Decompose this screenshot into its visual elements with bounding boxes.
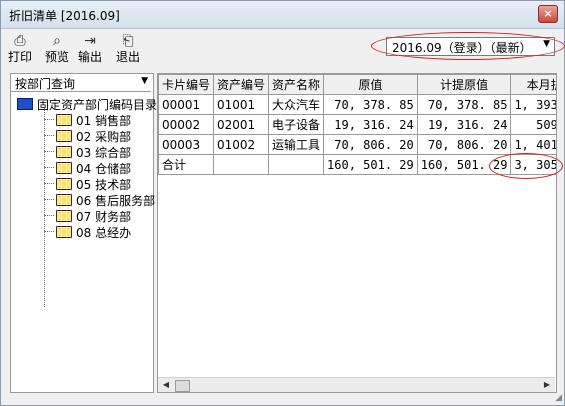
preview-button[interactable]: ⌕ 预览 bbox=[42, 32, 72, 70]
print-label: 打印 bbox=[7, 50, 32, 64]
tree-item-warehouse[interactable]: 04 仓储部 bbox=[56, 160, 131, 177]
table-row[interactable]: 00003 01002 运输工具 70, 806. 20 70, 806. 20… bbox=[158, 134, 556, 155]
cell-monthly-depreciation[interactable]: 1, 401. 96 bbox=[510, 134, 556, 155]
tree-item-label: 03 综合部 bbox=[76, 146, 132, 160]
column-header-card-no[interactable]: 卡片编号 bbox=[158, 74, 215, 95]
column-header-monthly-depreciation[interactable]: 本月折旧 bbox=[510, 74, 556, 95]
folder-icon bbox=[56, 194, 72, 206]
cell-card-no[interactable]: 00001 bbox=[158, 94, 215, 115]
print-button[interactable]: ⎙ 打印 bbox=[5, 32, 35, 70]
tree-connector-branch bbox=[44, 167, 54, 168]
cell-asset-no[interactable]: 01001 bbox=[213, 94, 270, 115]
close-button[interactable]: × bbox=[538, 5, 558, 23]
folder-icon bbox=[56, 226, 72, 238]
table-row[interactable]: 00002 02001 电子设备 19, 316. 24 19, 316. 24… bbox=[158, 114, 556, 135]
printer-icon: ⎙ bbox=[14, 33, 26, 49]
tree-item-general[interactable]: 03 综合部 bbox=[56, 144, 131, 161]
cell-accrual-value[interactable]: 70, 378. 85 bbox=[416, 94, 512, 115]
exit-button[interactable]: ⎗ 退出 bbox=[113, 32, 143, 70]
preview-label: 预览 bbox=[44, 50, 69, 64]
tree-connector-branch bbox=[44, 215, 54, 216]
tree-item-after-sales[interactable]: 06 售后服务部 bbox=[56, 192, 155, 209]
tree-item-label: 06 售后服务部 bbox=[76, 194, 156, 208]
tree-root-node[interactable]: 固定资产部门编码目录 bbox=[17, 96, 157, 113]
tree-item-label: 08 总经办 bbox=[76, 226, 132, 240]
cell-asset-name[interactable]: 运输工具 bbox=[268, 134, 325, 155]
cell-card-no[interactable]: 00002 bbox=[158, 114, 215, 135]
cell-asset-no[interactable]: 01002 bbox=[213, 134, 270, 155]
cell-asset-no[interactable]: 02001 bbox=[213, 114, 270, 135]
preview-icon: ⌕ bbox=[53, 33, 61, 49]
tree-connector-branch bbox=[44, 135, 54, 136]
cell-card-no[interactable]: 00003 bbox=[158, 134, 215, 155]
tree-connector-branch bbox=[44, 199, 54, 200]
root-folder-icon bbox=[17, 98, 33, 110]
highlight-ellipse-total bbox=[489, 153, 563, 179]
dropdown-arrow-icon: ▼ bbox=[141, 76, 148, 86]
depreciation-list-window: 折旧清单 [2016.09] × ⎙ 打印 ⌕ 预览 ⇥ 输出 ⎗ 退出 201… bbox=[0, 0, 565, 406]
department-tree-panel: 按部门查询 ▼ 固定资产部门编码目录 01 销售部 02 采购部 03 综合部 … bbox=[10, 73, 157, 393]
folder-icon bbox=[56, 130, 72, 142]
tree-item-general-office[interactable]: 08 总经办 bbox=[56, 224, 131, 241]
depreciation-grid: 卡片编号 资产编号 资产名称 原值 计提原值 本月折旧 00001 01001 … bbox=[157, 73, 557, 393]
column-header-asset-name[interactable]: 资产名称 bbox=[268, 74, 325, 95]
export-button[interactable]: ⇥ 输出 bbox=[75, 32, 105, 70]
folder-icon bbox=[56, 210, 72, 222]
highlight-ellipse-period bbox=[371, 32, 565, 60]
cell-original-value[interactable]: 70, 806. 20 bbox=[323, 134, 418, 155]
title-bar: 折旧清单 [2016.09] × bbox=[1, 1, 564, 29]
tree-item-label: 01 销售部 bbox=[76, 114, 132, 128]
cell-total-original-value[interactable]: 160, 501. 29 bbox=[323, 154, 418, 175]
cell-monthly-depreciation[interactable]: 509. 95 bbox=[510, 114, 556, 135]
folder-icon bbox=[56, 162, 72, 174]
tree-connector-branch bbox=[44, 151, 54, 152]
cell-total-asset-name[interactable] bbox=[268, 154, 325, 175]
cell-original-value[interactable]: 19, 316. 24 bbox=[323, 114, 418, 135]
tree-connector-branch bbox=[44, 231, 54, 232]
tree-item-label: 02 采购部 bbox=[76, 130, 132, 144]
exit-label: 退出 bbox=[115, 50, 140, 64]
tree-root-label: 固定资产部门编码目录 bbox=[37, 98, 158, 112]
cell-asset-name[interactable]: 大众汽车 bbox=[268, 94, 325, 115]
tree-item-technology[interactable]: 05 技术部 bbox=[56, 176, 131, 193]
cell-accrual-value[interactable]: 70, 806. 20 bbox=[416, 134, 512, 155]
tree-item-label: 04 仓储部 bbox=[76, 162, 132, 176]
tree-item-sales[interactable]: 01 销售部 bbox=[56, 112, 131, 129]
scroll-left-icon[interactable]: ◀ bbox=[159, 378, 173, 392]
resize-grip-icon[interactable]: ◢ bbox=[555, 393, 562, 403]
cell-monthly-depreciation[interactable]: 1, 393. 50 bbox=[510, 94, 556, 115]
column-header-accrual-value[interactable]: 计提原值 bbox=[416, 74, 512, 95]
table-row[interactable]: 00001 01001 大众汽车 70, 378. 85 70, 378. 85… bbox=[158, 94, 556, 115]
cell-total-asset-no[interactable] bbox=[213, 154, 270, 175]
column-header-asset-no[interactable]: 资产编号 bbox=[213, 74, 270, 95]
tree-connector-line bbox=[44, 108, 45, 307]
window-title: 折旧清单 [2016.09] bbox=[9, 9, 120, 23]
query-mode-dropdown[interactable]: 按部门查询 ▼ bbox=[11, 74, 151, 92]
cell-accrual-value[interactable]: 19, 316. 24 bbox=[416, 114, 512, 135]
export-label: 输出 bbox=[77, 50, 102, 64]
tree-item-purchasing[interactable]: 02 采购部 bbox=[56, 128, 131, 145]
folder-icon bbox=[56, 146, 72, 158]
scroll-right-icon[interactable]: ▶ bbox=[540, 378, 554, 392]
export-icon: ⇥ bbox=[84, 33, 96, 49]
horizontal-scrollbar[interactable]: ◀ ▶ bbox=[158, 377, 555, 392]
tree-connector-branch bbox=[44, 183, 54, 184]
query-mode-value: 按部门查询 bbox=[15, 77, 76, 91]
tree-connector-branch bbox=[44, 119, 54, 120]
tree-item-finance[interactable]: 07 财务部 bbox=[56, 208, 131, 225]
exit-door-icon: ⎗ bbox=[122, 33, 134, 49]
cell-asset-name[interactable]: 电子设备 bbox=[268, 114, 325, 135]
cell-original-value[interactable]: 70, 378. 85 bbox=[323, 94, 418, 115]
scrollbar-thumb[interactable] bbox=[175, 380, 190, 392]
tree-item-label: 05 技术部 bbox=[76, 178, 132, 192]
folder-icon bbox=[56, 178, 72, 190]
cell-total-label[interactable]: 合计 bbox=[158, 154, 215, 175]
folder-icon bbox=[56, 114, 72, 126]
tree-item-label: 07 财务部 bbox=[76, 210, 132, 224]
header-row: 卡片编号 资产编号 资产名称 原值 计提原值 本月折旧 bbox=[158, 74, 556, 95]
column-header-original-value[interactable]: 原值 bbox=[323, 74, 418, 95]
